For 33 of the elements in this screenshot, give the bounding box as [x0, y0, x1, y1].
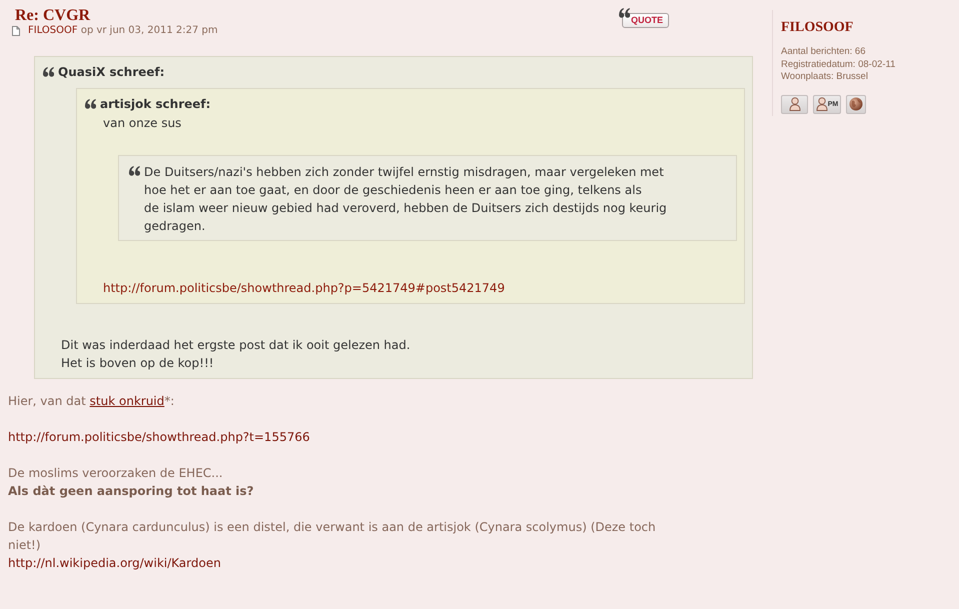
quote-button[interactable]: QUOTE	[622, 13, 669, 28]
person-icon	[788, 97, 800, 111]
post-text: Hier, van dat stuk onkruid*:	[8, 393, 176, 410]
quote-author: artisjok schreef:	[100, 96, 211, 112]
website-button[interactable]	[846, 94, 866, 114]
post-text: Als dàt geen aansporing tot haat is?	[8, 483, 255, 500]
quote-text: Dit was inderdaad het ergste post dat ik ooit gelezen had.	[61, 337, 412, 354]
url-link[interactable]: http://nl.wikipedia.org/wiki/Kardoen	[8, 556, 221, 570]
quote-text: De Duitsers/nazi's hebben zich zonder twijfel ernstig misdragen, maar vergeleken met hoe het er aan toe gaat, en door de geschiedenis heen er aan toe ging, telkens als de islam weer nieuw gebied had veroverd, hebben de Duitsers zich destijds nog keurig gedragen.	[144, 164, 667, 235]
person-icon	[816, 97, 828, 111]
quote-text: van onze sus	[103, 115, 182, 132]
profile-stat: Woonplaats: Brussel	[781, 71, 869, 84]
username[interactable]: FILOSOOF	[781, 20, 958, 36]
post-text: niet!)	[8, 537, 42, 554]
quote-mark-icon	[43, 67, 54, 77]
quote-mark-icon	[85, 99, 96, 109]
profile-stat: Registratiedatum: 08-02-11	[781, 58, 896, 71]
post-meta: FILOSOOF op vr jun 03, 2011 2:27 pm	[28, 25, 218, 37]
quote-author: QuasiX schreef:	[58, 64, 165, 80]
quote-link[interactable]: http://forum.politicsbe/showthread.php?p=5421749#post5421749	[103, 279, 505, 297]
quote-mark-icon	[618, 8, 630, 18]
post-text: De kardoen (Cynara cardunculus) is een distel, die verwant is aan de artisjok (Cynara scolymus) (Deze toch	[8, 519, 657, 536]
post-title: Re: CVGR	[15, 7, 90, 25]
quote-text: Het is boven op de kop!!!	[61, 355, 215, 372]
author-link[interactable]: FILOSOOF	[28, 25, 78, 36]
profile-button[interactable]	[781, 94, 808, 114]
text-link[interactable]: stuk onkruid	[90, 394, 164, 408]
post-text: De moslims veroorzaken de EHEC...	[8, 465, 224, 482]
page-icon	[12, 26, 20, 36]
globe-icon	[849, 97, 863, 111]
quote-mark-icon	[129, 166, 140, 176]
profile-stat: Aantal berichten: 66	[781, 46, 867, 58]
url-link[interactable]: http://forum.politicsbe/showthread.php?t=155766	[8, 430, 310, 444]
